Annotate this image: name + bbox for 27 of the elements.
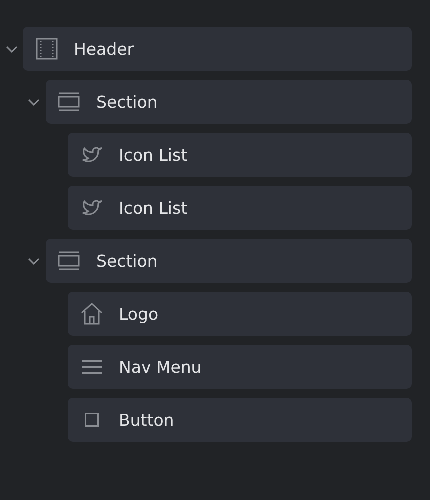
bird-icon: [80, 198, 102, 218]
tree-item[interactable]: Header: [23, 27, 412, 71]
tree-item[interactable]: Section: [46, 80, 412, 124]
square-icon: [84, 413, 98, 427]
item-label: Section: [96, 252, 158, 270]
house-icon: [80, 303, 102, 325]
item-label: Icon List: [119, 198, 188, 218]
chevron-icon[interactable]: [6, 46, 18, 52]
tree-item[interactable]: Section: [46, 239, 412, 283]
item-label: Section: [96, 92, 158, 112]
bird-icon: [80, 145, 102, 165]
chevron-icon[interactable]: [28, 258, 40, 264]
item-label: Logo: [119, 304, 159, 324]
item-label: Header: [74, 40, 134, 58]
item-label: Nav Menu: [119, 358, 202, 376]
section-icon: [58, 251, 80, 271]
menu-icon: [82, 359, 102, 375]
tree-item[interactable]: Icon List: [68, 186, 412, 230]
film-icon: [36, 38, 58, 60]
tree-item[interactable]: Icon List: [68, 133, 412, 177]
tree-item[interactable]: Button: [68, 398, 412, 442]
chevron-icon[interactable]: [28, 98, 40, 106]
section-icon: [58, 92, 80, 112]
item-label: Icon List: [119, 146, 188, 164]
tree-item[interactable]: Nav Menu: [68, 345, 412, 389]
item-label: Button: [119, 410, 174, 430]
tree-item[interactable]: Logo: [68, 292, 412, 336]
